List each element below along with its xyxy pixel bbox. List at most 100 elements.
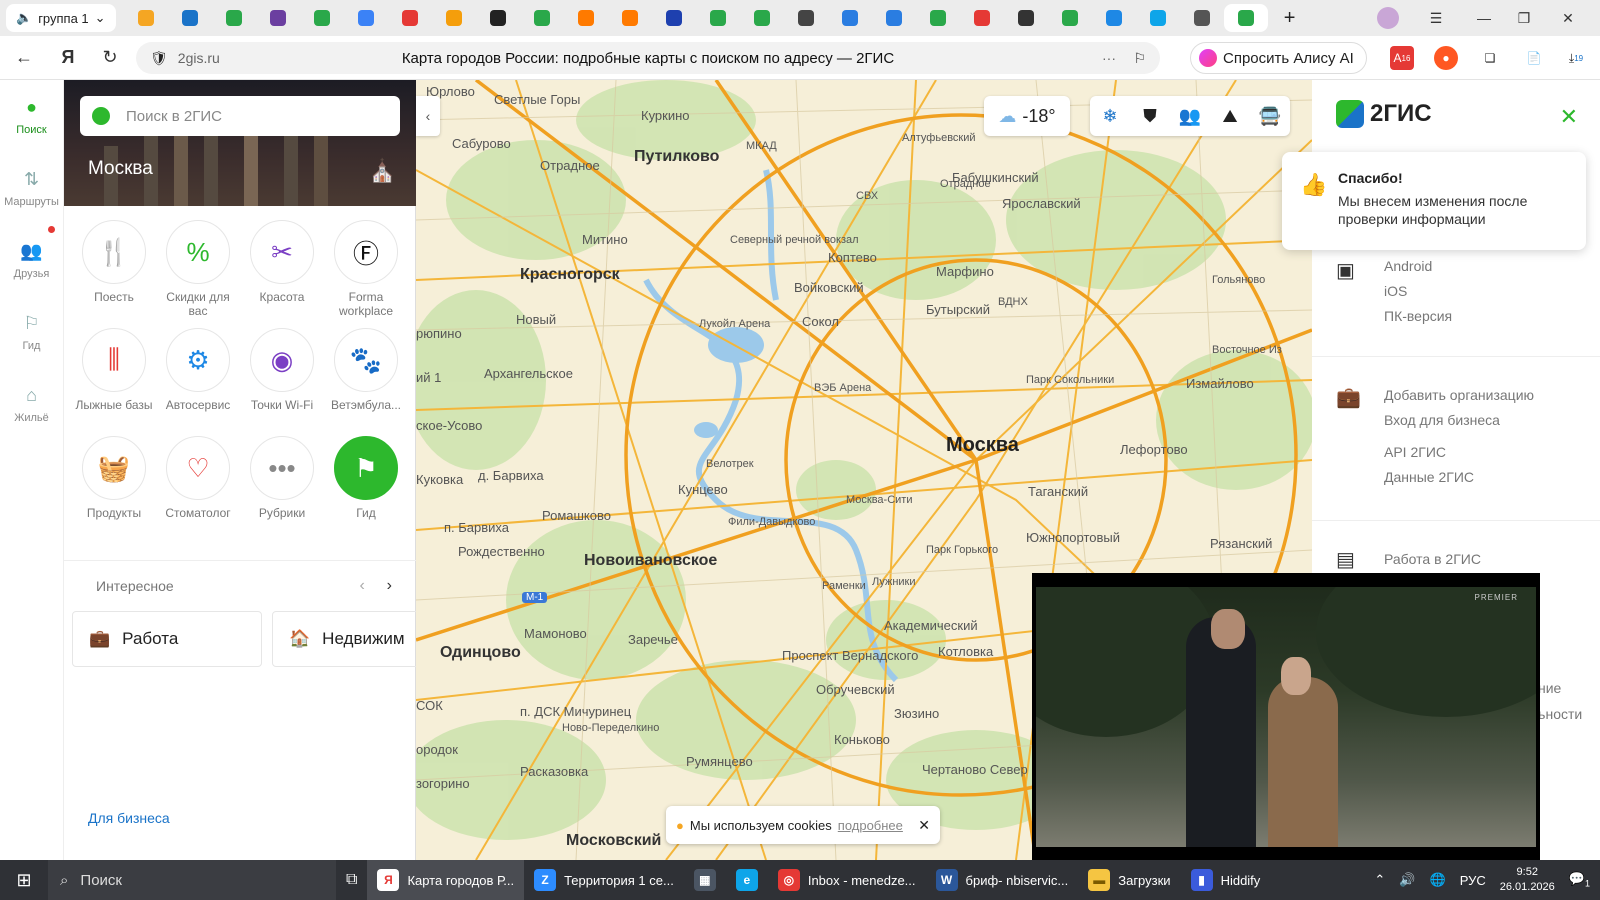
map-label[interactable]: Архангельское [484, 366, 573, 381]
map-label[interactable]: Лужники [872, 576, 916, 588]
map-label[interactable]: Сабурово [452, 136, 511, 151]
map-label[interactable]: Одинцово [440, 644, 521, 662]
map-label[interactable]: Фили-Давыдково [728, 516, 815, 528]
business-link[interactable]: Данные 2ГИС [1384, 469, 1474, 485]
rubric-item[interactable]: ⫼ Лыжные базы [72, 328, 156, 426]
app-link[interactable]: ПК-версия [1384, 308, 1452, 324]
url-field[interactable]: 🛡 2gis.ru Карта городов России: подробны… [136, 42, 1160, 74]
pinned-tab[interactable] [960, 4, 1004, 32]
map-label[interactable]: Москва [946, 434, 1019, 457]
rubric-item[interactable]: ◉ Точки Wi-Fi [240, 328, 324, 426]
map-label[interactable]: МКАД [746, 140, 777, 152]
map-label[interactable]: Войковский [794, 280, 864, 295]
map-label[interactable]: Заречье [628, 632, 678, 647]
taskbar-app[interactable]: ▦ [684, 860, 726, 900]
map-label[interactable]: Отрадное [940, 178, 991, 190]
language-indicator[interactable]: РУС [1460, 873, 1486, 888]
rubric-item[interactable]: ♡ Стоматолог [156, 436, 240, 534]
pinned-tab[interactable] [432, 4, 476, 32]
map-label[interactable]: Расказовка [520, 764, 588, 779]
map-label[interactable]: Таганский [1028, 484, 1088, 499]
volume-icon[interactable]: 🔊 [1399, 872, 1415, 888]
map-label[interactable]: Мамоново [524, 626, 587, 641]
business-link[interactable]: API 2ГИС [1384, 444, 1446, 460]
map-label[interactable]: Парк Горького [926, 544, 998, 556]
video-player[interactable]: PREMIER [1032, 573, 1540, 860]
map-label[interactable]: Проспект Вернадского [782, 648, 918, 663]
pinned-tab[interactable] [1092, 4, 1136, 32]
rubric-item[interactable]: ••• Рубрики [240, 436, 324, 534]
collections-icon[interactable]: ❏ [1478, 46, 1502, 70]
map-label[interactable]: Рождественно [458, 544, 545, 559]
map-label[interactable]: Митино [582, 232, 628, 247]
map-label[interactable]: Сокол [802, 314, 839, 329]
rail-item[interactable]: ⚐ Гид [0, 296, 63, 368]
map-label[interactable]: Чертаново Север [922, 762, 1028, 777]
yandex-icon[interactable]: Я [50, 40, 86, 76]
business-link[interactable]: Вход для бизнеса [1384, 412, 1500, 428]
business-link[interactable]: Добавить организацию [1384, 387, 1534, 403]
rail-item[interactable]: ⇅ Маршруты [0, 152, 63, 224]
map-label[interactable]: Новоивановское [584, 552, 717, 570]
map-label[interactable]: Восточное Из [1212, 344, 1282, 356]
chevron-left-icon[interactable]: ‹ [359, 577, 364, 594]
rubric-item[interactable]: ⚑ Гид [324, 436, 408, 534]
map-label[interactable]: Лукойл Арена [699, 318, 770, 330]
extension-adblock-icon[interactable]: A 16 [1390, 46, 1414, 70]
taskbar-app[interactable]: ▬ Загрузки [1078, 860, 1180, 900]
map-label[interactable]: Рязанский [1210, 536, 1272, 551]
close-window-button[interactable]: ✕ [1548, 0, 1588, 36]
pinned-tab[interactable] [1136, 4, 1180, 32]
pinned-tab[interactable] [1223, 4, 1268, 32]
task-view-button[interactable]: ⧉ [336, 860, 367, 900]
profile-avatar[interactable] [1368, 0, 1408, 36]
windows-start-button[interactable]: ⊞ [0, 860, 48, 900]
snowflake-icon[interactable]: ❄ [1090, 96, 1130, 136]
pinned-tab[interactable] [344, 4, 388, 32]
restore-button[interactable]: ❐ [1504, 0, 1544, 36]
rail-item[interactable]: ⌂ Жильё [0, 368, 63, 440]
map-label[interactable]: Велотрек [706, 458, 754, 470]
extension-record-icon[interactable]: ● [1434, 46, 1458, 70]
map-label[interactable]: Бутырский [926, 302, 990, 317]
truncated-link[interactable]: ние [1538, 680, 1561, 696]
map-label[interactable]: Котловка [938, 644, 993, 659]
map-label[interactable]: Южнопортовый [1026, 530, 1120, 545]
minimize-button[interactable]: — [1464, 0, 1504, 36]
map-label[interactable]: Отрадное [540, 158, 600, 173]
rubric-item[interactable]: Ⓕ Forma workplace [324, 220, 408, 318]
pinned-tab[interactable] [1180, 4, 1224, 32]
interesting-card[interactable]: 💼 Работа [72, 611, 262, 667]
map-label[interactable]: Алтуфьевский [902, 132, 976, 144]
map-label[interactable]: Светлые Горы [494, 92, 580, 107]
clock[interactable]: 9:52 26.01.2026 [1500, 865, 1555, 895]
pinned-tab[interactable] [300, 4, 344, 32]
pinned-tab[interactable] [916, 4, 960, 32]
map-label[interactable]: Раменки [822, 580, 866, 592]
pinned-tab[interactable] [784, 4, 828, 32]
close-icon[interactable]: ✕ [918, 817, 930, 834]
pinned-tab[interactable] [872, 4, 916, 32]
map-label[interactable]: ВЭБ Арена [814, 382, 871, 394]
ask-alice-button[interactable]: Спросить Алису AI [1190, 42, 1367, 74]
downloads-icon[interactable]: ⤓ 19 [1564, 46, 1588, 70]
map-label[interactable]: Ромашково [542, 508, 611, 523]
rubric-item[interactable]: 🧺 Продукты [72, 436, 156, 534]
rail-item[interactable]: 👥 Друзья [0, 224, 63, 296]
map-label[interactable]: Румянцево [686, 754, 753, 769]
map-label[interactable]: п. ДСК Мичуринец [520, 704, 631, 719]
weather-widget[interactable]: ☁ -18° [984, 96, 1070, 136]
taskbar-app[interactable]: Я Карта городов Р... [367, 860, 525, 900]
map-label[interactable]: СВХ [856, 190, 878, 202]
pinned-tab[interactable] [1048, 4, 1092, 32]
rail-item[interactable]: ● Поиск [0, 80, 63, 152]
taskbar-app[interactable]: Z Территория 1 се... [524, 860, 684, 900]
new-tab-button[interactable]: + [1268, 4, 1312, 32]
map-label[interactable]: ородок [416, 742, 458, 757]
map-label[interactable]: Обручевский [816, 682, 895, 697]
pinned-tab[interactable] [388, 4, 432, 32]
map-label[interactable]: Путилково [634, 148, 719, 166]
mountains-icon[interactable]: ⛰ [1210, 96, 1250, 136]
map-label[interactable]: д. Барвиха [478, 468, 544, 483]
menu-icon[interactable]: ☰ [1416, 0, 1456, 36]
